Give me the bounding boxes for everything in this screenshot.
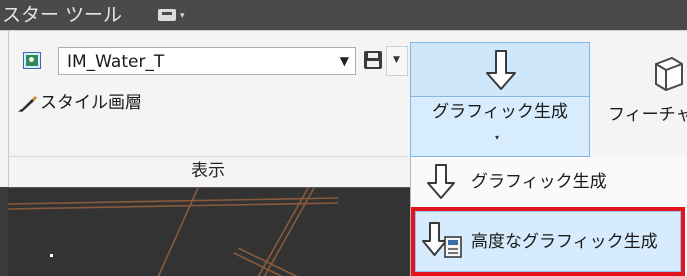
menu-item-advanced-generate-graphics[interactable]: 高度なグラフィック生成 — [411, 207, 687, 276]
chevron-down-icon: ▼ — [339, 54, 349, 68]
road-lines — [8, 188, 339, 276]
context-tab-title[interactable]: スター ツール — [2, 2, 122, 28]
style-combo-box[interactable]: IM_Water_T ▼ — [58, 47, 356, 75]
feature-button[interactable]: フィーチャ — [596, 42, 687, 157]
generate-graphics-label: グラフィック生成 — [432, 102, 568, 122]
menu-item-generate-graphics[interactable]: グラフィック生成 — [411, 157, 687, 207]
cube-icon — [655, 56, 683, 92]
generate-graphics-menu: グラフィック生成 高度なグラフィック生成 — [410, 157, 687, 276]
generate-graphics-dropdown[interactable]: グラフィック生成 ▾ — [410, 96, 590, 157]
generate-graphics-button[interactable] — [410, 42, 590, 97]
layer-style-icon — [23, 52, 41, 69]
style-gallery-button[interactable]: スタイル画層 — [16, 92, 216, 116]
save-dropdown-button[interactable]: ▼ — [386, 46, 408, 76]
feature-button-label: フィーチャ — [608, 105, 687, 125]
chevron-down-icon: ▼ — [393, 55, 400, 65]
group-separator — [8, 156, 408, 157]
menu-item-label: グラフィック生成 — [471, 172, 607, 192]
menu-item-label: 高度なグラフィック生成 — [471, 232, 658, 252]
chevron-down-icon: ▾ — [180, 11, 185, 21]
map-point — [50, 254, 53, 257]
toolbar-box-icon — [158, 9, 176, 21]
title-bar: スター ツール ▾ — [0, 0, 687, 30]
group-label-display: 表示 — [191, 161, 225, 181]
style-gallery-label: スタイル画層 — [40, 93, 142, 113]
save-style-button[interactable] — [362, 50, 384, 72]
floppy-disk-icon — [364, 51, 382, 69]
style-combo-value: IM_Water_T — [67, 52, 165, 72]
down-arrow-icon — [427, 164, 455, 199]
down-arrow-icon — [486, 50, 516, 90]
quick-access-button[interactable]: ▾ — [158, 9, 202, 23]
map-view[interactable] — [8, 187, 410, 276]
chevron-down-icon: ▾ — [495, 133, 500, 142]
advanced-generate-icon — [422, 222, 462, 258]
paintbrush-icon — [18, 96, 37, 112]
